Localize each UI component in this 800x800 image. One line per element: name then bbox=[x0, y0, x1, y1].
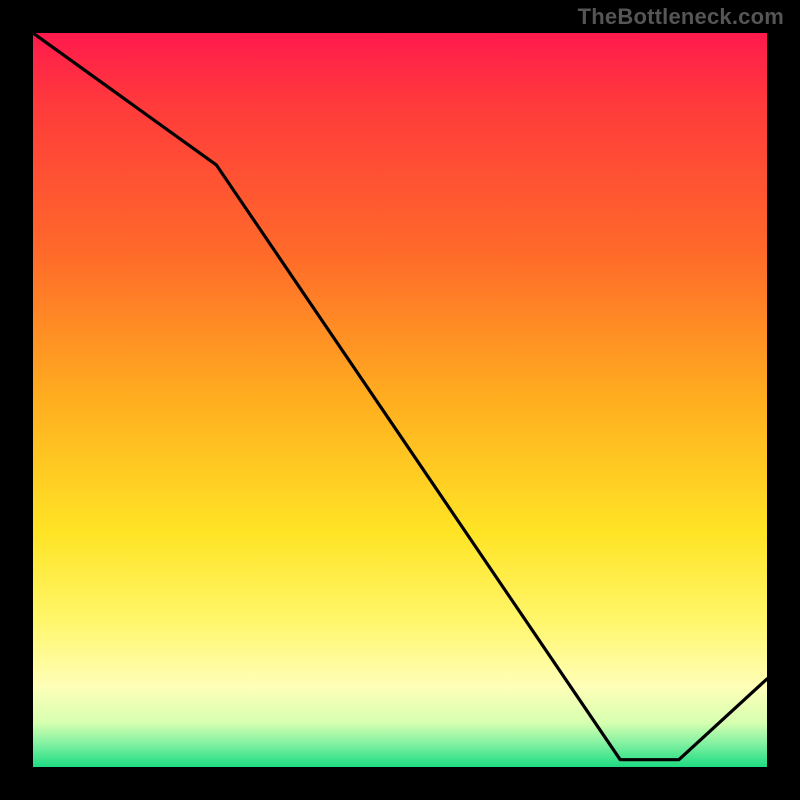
plot-area bbox=[33, 33, 767, 767]
line-plot-icon bbox=[33, 33, 767, 767]
watermark-text: TheBottleneck.com bbox=[578, 4, 784, 30]
chart-series-line bbox=[33, 33, 767, 760]
chart-frame: TheBottleneck.com bbox=[0, 0, 800, 800]
